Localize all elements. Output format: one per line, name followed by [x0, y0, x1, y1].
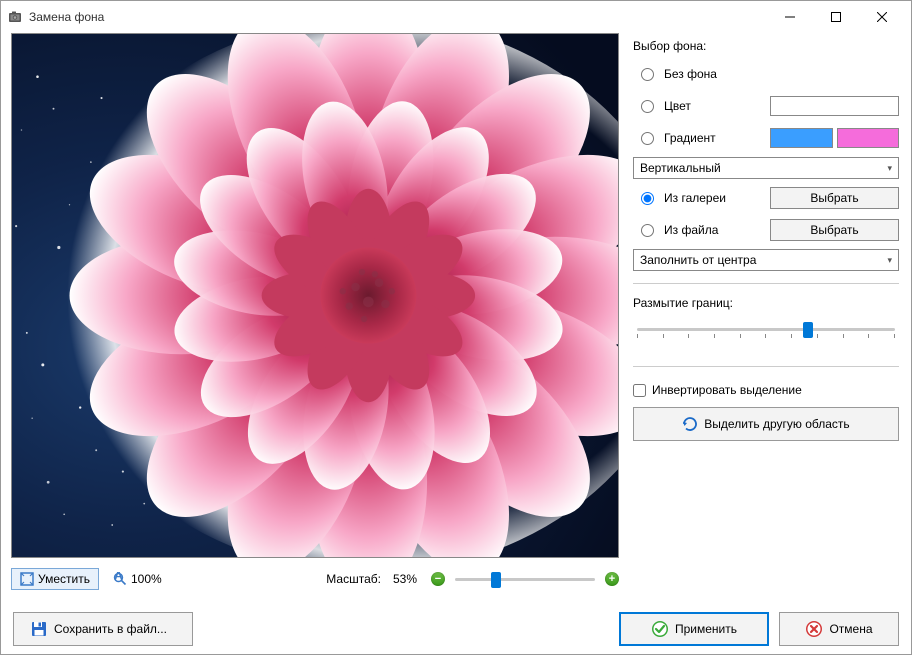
options-panel: Выбор фона: Без фона Цвет Градиент	[629, 33, 911, 604]
scale-value: 53%	[393, 572, 417, 586]
label-no-bg[interactable]: Без фона	[664, 67, 764, 81]
option-no-bg: Без фона	[633, 61, 899, 87]
check-icon	[651, 620, 669, 638]
fill-mode-value: Заполнить от центра	[640, 253, 756, 267]
fill-mode-select[interactable]: Заполнить от центра ▾	[633, 249, 899, 271]
zoom-100-label: 100%	[131, 572, 162, 586]
titlebar: Замена фона	[1, 1, 911, 33]
bottom-bar: Сохранить в файл... Применить Отмена	[1, 604, 911, 654]
radio-from-file[interactable]	[641, 224, 654, 237]
svg-text:A: A	[114, 572, 123, 583]
blur-title: Размытие границ:	[633, 296, 899, 310]
invert-row: Инвертировать выделение	[633, 383, 899, 397]
gradient-color-b[interactable]	[837, 128, 900, 148]
cancel-button[interactable]: Отмена	[779, 612, 899, 646]
divider	[633, 366, 899, 367]
zoom-bar: Уместить A 100% Масштаб: 53% − +	[11, 564, 619, 594]
choose-gallery-button[interactable]: Выбрать	[770, 187, 899, 209]
minimize-button[interactable]	[767, 2, 813, 32]
blur-slider[interactable]	[633, 320, 899, 350]
zoom-100[interactable]: A 100%	[113, 572, 162, 586]
option-from-file: Из файла Выбрать	[633, 217, 899, 243]
window-controls	[767, 2, 905, 32]
label-color[interactable]: Цвет	[664, 99, 764, 113]
radio-from-gallery[interactable]	[641, 192, 654, 205]
left-panel: Уместить A 100% Масштаб: 53% − +	[1, 33, 629, 604]
save-label: Сохранить в файл...	[54, 622, 167, 636]
gradient-swatches	[770, 128, 899, 148]
label-from-file[interactable]: Из файла	[664, 223, 764, 237]
fit-icon	[20, 572, 34, 586]
zoom-out-button[interactable]: −	[431, 572, 445, 586]
zoom-slider[interactable]	[455, 569, 595, 589]
chevron-down-icon: ▾	[887, 255, 892, 266]
cancel-icon	[805, 620, 823, 638]
invert-checkbox[interactable]	[633, 384, 646, 397]
image-preview[interactable]	[11, 33, 619, 558]
magnify-icon: A	[113, 572, 127, 586]
content-area: Уместить A 100% Масштаб: 53% − + Выбор ф…	[1, 33, 911, 604]
apply-button[interactable]: Применить	[619, 612, 769, 646]
fit-button[interactable]: Уместить	[11, 568, 99, 590]
zoom-in-button[interactable]: +	[605, 572, 619, 586]
cancel-label: Отмена	[829, 622, 872, 636]
gradient-color-a[interactable]	[770, 128, 833, 148]
choose-file-button[interactable]: Выбрать	[770, 219, 899, 241]
option-from-gallery: Из галереи Выбрать	[633, 185, 899, 211]
label-gradient[interactable]: Градиент	[664, 131, 764, 145]
save-icon	[30, 620, 48, 638]
select-other-area-button[interactable]: Выделить другую область	[633, 407, 899, 441]
invert-label[interactable]: Инвертировать выделение	[652, 383, 802, 397]
chevron-down-icon: ▾	[887, 163, 892, 174]
option-gradient: Градиент	[633, 125, 899, 151]
window-title: Замена фона	[29, 10, 767, 24]
fit-label: Уместить	[38, 572, 90, 586]
apply-label: Применить	[675, 622, 737, 636]
window: Замена фона	[0, 0, 912, 655]
radio-no-bg[interactable]	[641, 68, 654, 81]
divider	[633, 283, 899, 284]
maximize-button[interactable]	[813, 2, 859, 32]
app-icon	[7, 9, 23, 25]
save-to-file-button[interactable]: Сохранить в файл...	[13, 612, 193, 646]
bg-section-title: Выбор фона:	[633, 39, 899, 53]
radio-gradient[interactable]	[641, 132, 654, 145]
select-other-label: Выделить другую область	[704, 417, 849, 431]
gradient-type-select[interactable]: Вертикальный ▾	[633, 157, 899, 179]
scale-label: Масштаб:	[326, 572, 381, 586]
close-button[interactable]	[859, 2, 905, 32]
label-from-gallery[interactable]: Из галереи	[664, 191, 764, 205]
gradient-type-value: Вертикальный	[640, 161, 721, 175]
radio-color[interactable]	[641, 100, 654, 113]
color-swatch[interactable]	[770, 96, 899, 116]
refresh-icon	[682, 416, 698, 432]
option-color: Цвет	[633, 93, 899, 119]
